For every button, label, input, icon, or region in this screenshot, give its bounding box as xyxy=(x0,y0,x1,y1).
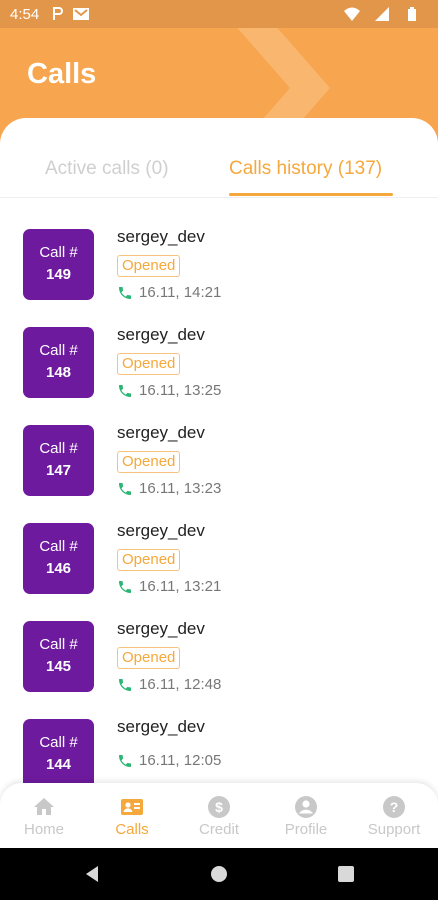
tab-active-calls[interactable]: Active calls (0) xyxy=(45,158,169,180)
call-badge-number: 146 xyxy=(45,560,72,577)
call-number-badge: Call # 149 xyxy=(23,229,94,300)
svg-text:?: ? xyxy=(390,799,399,815)
nav-label-credit: Credit xyxy=(198,821,239,838)
call-username: sergey_dev xyxy=(117,521,205,540)
call-badge-number: 149 xyxy=(45,266,72,283)
gmail-icon xyxy=(73,7,90,21)
signal-icon xyxy=(374,7,390,21)
nav-support[interactable]: ? Support xyxy=(350,783,438,848)
back-icon[interactable] xyxy=(82,864,102,884)
dollar-icon: $ xyxy=(208,796,230,818)
nav-calls[interactable]: Calls xyxy=(88,783,176,848)
call-username: sergey_dev xyxy=(117,423,205,442)
status-badge: Opened xyxy=(117,353,181,375)
call-username: sergey_dev xyxy=(117,325,205,344)
home-icon xyxy=(34,798,54,815)
call-badge-number: 147 xyxy=(45,462,72,479)
call-number-badge: Call # 146 xyxy=(23,523,94,594)
call-number-badge: Call # 147 xyxy=(23,425,94,496)
nav-label-profile: Profile xyxy=(284,821,328,838)
call-badge-number: 144 xyxy=(45,756,72,773)
call-number-badge: Call # 145 xyxy=(23,621,94,692)
tab-calls-history[interactable]: Calls history (137) xyxy=(229,158,382,180)
call-number-badge: Call # 148 xyxy=(23,327,94,398)
list-item[interactable]: Call # 146 sergey_dev Opened 16.11, 13:2… xyxy=(0,492,438,595)
call-badge-label: Call # xyxy=(39,538,78,555)
call-badge-label: Call # xyxy=(39,440,78,457)
nav-credit[interactable]: $ Credit xyxy=(175,783,263,848)
home-circle-icon[interactable] xyxy=(209,864,229,884)
call-username: sergey_dev xyxy=(117,227,205,246)
status-time: 4:54 xyxy=(10,5,40,23)
call-time: 16.11, 12:05 xyxy=(139,752,222,769)
tab-bar: Active calls (0) Calls history (137) xyxy=(0,118,438,198)
status-badge: Opened xyxy=(117,255,181,277)
call-number-badge: Call # 144 xyxy=(23,719,94,790)
page-title: Calls xyxy=(27,58,97,90)
nav-profile[interactable]: Profile xyxy=(262,783,350,848)
nav-label-calls: Calls xyxy=(115,821,149,838)
call-badge-number: 145 xyxy=(45,658,72,675)
call-badge-label: Call # xyxy=(39,244,78,261)
nav-home[interactable]: Home xyxy=(0,783,88,848)
call-badge-label: Call # xyxy=(39,636,78,653)
contact-card-icon xyxy=(121,799,143,815)
svg-text:$: $ xyxy=(215,799,223,815)
content-sheet: Active calls (0) Calls history (137) Cal… xyxy=(0,118,438,848)
status-badge: Opened xyxy=(117,549,181,571)
wifi-icon xyxy=(344,7,360,21)
call-username: sergey_dev xyxy=(117,717,205,736)
call-username: sergey_dev xyxy=(117,619,205,638)
phone-icon xyxy=(119,755,131,767)
recents-icon[interactable] xyxy=(336,864,356,884)
status-bar: 4:54 xyxy=(0,0,438,28)
bottom-nav: Home Calls $ Credit Profile ? Support xyxy=(0,783,438,848)
call-badge-label: Call # xyxy=(39,342,78,359)
call-badge-label: Call # xyxy=(39,734,78,751)
help-icon: ? xyxy=(383,796,405,818)
profile-icon xyxy=(295,796,317,818)
nav-label-home: Home xyxy=(23,821,64,838)
list-item[interactable]: Call # 145 sergey_dev Opened 16.11, 12:4… xyxy=(0,590,438,693)
nav-label-support: Support xyxy=(367,821,421,838)
status-badge: Opened xyxy=(117,451,181,473)
call-badge-number: 148 xyxy=(45,364,72,381)
list-item[interactable]: Call # 147 sergey_dev Opened 16.11, 13:2… xyxy=(0,394,438,497)
list-item[interactable]: Call # 144 sergey_dev 16.11, 12:05 xyxy=(0,688,438,790)
system-nav-bar xyxy=(0,848,438,900)
battery-icon xyxy=(404,7,420,21)
tab-indicator xyxy=(229,193,393,196)
list-item[interactable]: Call # 148 sergey_dev Opened 16.11, 13:2… xyxy=(0,296,438,399)
list-item[interactable]: Call # 149 sergey_dev Opened 16.11, 14:2… xyxy=(0,198,438,301)
notification-p-icon xyxy=(49,7,65,21)
status-badge: Opened xyxy=(117,647,181,669)
